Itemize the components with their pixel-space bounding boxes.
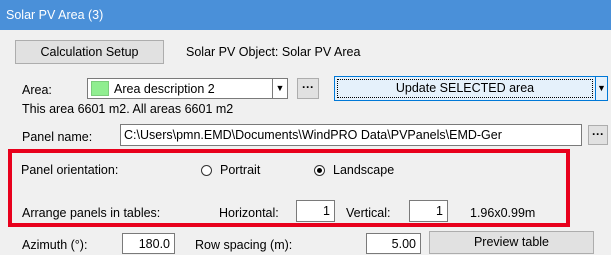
update-selected-area-button[interactable]: Update SELECTED area bbox=[334, 76, 596, 101]
settings-panel: Calculation Setup Solar PV Object: Solar… bbox=[0, 30, 611, 255]
vertical-label: Vertical: bbox=[346, 206, 391, 220]
area-browse-button[interactable]: ··· bbox=[297, 78, 319, 99]
horizontal-value: 1 bbox=[323, 204, 330, 218]
azimuth-label: Azimuth (°): bbox=[22, 238, 88, 252]
window-title-bar: Solar PV Area (3) bbox=[0, 0, 611, 30]
panel-size-text: 1.96x0.99m bbox=[470, 206, 536, 220]
row-spacing-value: 5.00 bbox=[391, 237, 416, 251]
landscape-radio[interactable] bbox=[314, 165, 325, 176]
update-dropdown-arrow-icon[interactable]: ▼ bbox=[595, 76, 608, 101]
row-spacing-label: Row spacing (m): bbox=[195, 238, 293, 252]
row-spacing-input[interactable]: 5.00 bbox=[366, 233, 421, 254]
horizontal-input[interactable]: 1 bbox=[296, 200, 335, 222]
area-dropdown-arrow-icon[interactable]: ▼ bbox=[272, 78, 288, 99]
object-name-label: Solar PV Object: Solar PV Area bbox=[186, 45, 361, 59]
area-select[interactable]: Area description 2 bbox=[87, 78, 273, 99]
area-color-swatch bbox=[91, 81, 109, 96]
vertical-value: 1 bbox=[436, 204, 443, 218]
panel-name-field[interactable]: C:\Users\pmn.EMD\Documents\WindPRO Data\… bbox=[120, 124, 582, 146]
panel-browse-button[interactable]: ··· bbox=[588, 125, 608, 145]
panel-orientation-label: Panel orientation: bbox=[21, 163, 119, 177]
area-label: Area: bbox=[22, 83, 52, 97]
azimuth-value: 180.0 bbox=[138, 237, 170, 251]
portrait-radio-label[interactable]: Portrait bbox=[220, 163, 260, 177]
calculation-setup-button[interactable]: Calculation Setup bbox=[15, 40, 164, 64]
azimuth-input[interactable]: 180.0 bbox=[122, 233, 175, 254]
vertical-input[interactable]: 1 bbox=[409, 200, 448, 222]
horizontal-label: Horizontal: bbox=[219, 206, 279, 220]
panel-name-value: C:\Users\pmn.EMD\Documents\WindPRO Data\… bbox=[124, 128, 502, 142]
landscape-radio-dot bbox=[317, 168, 322, 173]
arrange-panels-label: Arrange panels in tables: bbox=[22, 206, 161, 220]
window-title: Solar PV Area (3) bbox=[6, 8, 104, 22]
area-summary: This area 6601 m2. All areas 6601 m2 bbox=[22, 102, 234, 116]
preview-table-button[interactable]: Preview table bbox=[429, 231, 594, 254]
area-select-value: Area description 2 bbox=[114, 82, 215, 96]
update-selected-area-label: Update SELECTED area bbox=[395, 81, 535, 95]
landscape-radio-label[interactable]: Landscape bbox=[333, 163, 394, 177]
panel-name-label: Panel name: bbox=[22, 130, 93, 144]
portrait-radio[interactable] bbox=[201, 165, 212, 176]
